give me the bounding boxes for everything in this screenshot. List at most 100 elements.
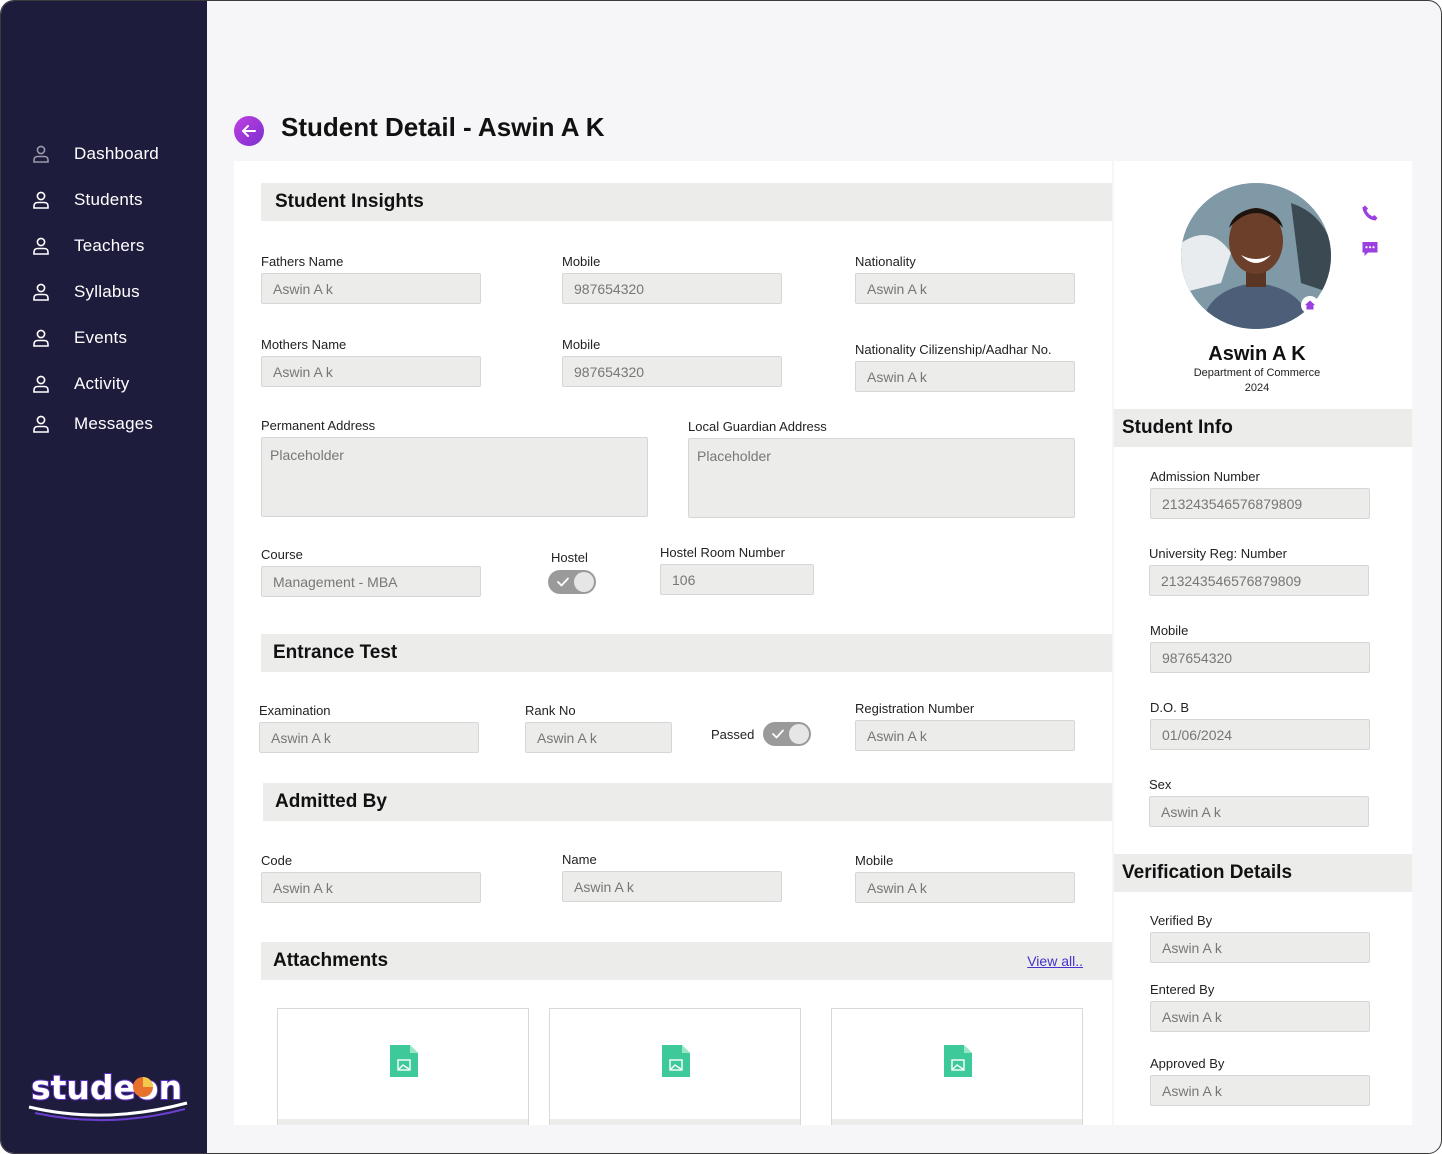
sidebar: Dashboard Students Teachers Syllabus Eve… bbox=[1, 1, 207, 1153]
student-year: 2024 bbox=[1244, 382, 1270, 394]
code-label: Code bbox=[261, 853, 293, 868]
home-badge bbox=[1301, 296, 1319, 314]
image-file-icon bbox=[662, 1045, 690, 1077]
registration-label: Registration Number bbox=[855, 701, 975, 716]
hostel-room-field[interactable]: 106 bbox=[660, 564, 814, 595]
mothers-mobile-field[interactable]: 987654320 bbox=[562, 356, 782, 387]
user-icon bbox=[33, 283, 49, 301]
mothers-mobile-label: Mobile bbox=[562, 337, 601, 352]
admitted-name-field[interactable]: Aswin A k bbox=[562, 871, 782, 902]
sidebar-item-dashboard[interactable]: Dashboard bbox=[31, 144, 159, 164]
section-entrance-test: Entrance Test bbox=[261, 634, 1112, 672]
admitted-name-label: Name bbox=[562, 852, 597, 867]
mobile-label: Mobile bbox=[1150, 623, 1189, 638]
student-name: Aswin A K bbox=[1208, 343, 1306, 365]
section-title: Student Info bbox=[1122, 417, 1233, 438]
student-detail-card: Student Insights Fathers Name Aswin A k … bbox=[234, 161, 1112, 1125]
guardian-address-textarea[interactable]: Placeholder bbox=[688, 438, 1075, 518]
sidebar-item-syllabus[interactable]: Syllabus bbox=[31, 282, 140, 302]
phone-icon[interactable] bbox=[1361, 204, 1379, 222]
studeon-logo: studeon bbox=[28, 1067, 188, 1122]
admitted-mobile-field[interactable]: Aswin A k bbox=[855, 872, 1075, 903]
nationality-label: Nationality bbox=[855, 254, 916, 269]
section-title: Entrance Test bbox=[273, 642, 398, 663]
rank-label: Rank No bbox=[525, 703, 576, 718]
profile-card: Aswin A K Department of Commerce 2024 St… bbox=[1114, 161, 1412, 1125]
page-title: Student Detail - Aswin A K bbox=[281, 112, 605, 142]
course-label: Course bbox=[261, 547, 303, 562]
svg-text:studeon: studeon bbox=[31, 1068, 182, 1107]
course-field[interactable]: Management - MBA bbox=[261, 566, 481, 597]
student-department: Department of Commerce bbox=[1193, 367, 1321, 379]
section-title: Student Insights bbox=[275, 191, 424, 212]
sidebar-item-label: Activity bbox=[74, 374, 130, 393]
section-student-insights: Student Insights bbox=[261, 183, 1112, 221]
sidebar-item-activity[interactable]: Activity bbox=[31, 374, 129, 394]
sidebar-item-label: Events bbox=[74, 328, 128, 347]
attachment-card[interactable] bbox=[831, 1008, 1083, 1125]
fathers-name-field[interactable]: Aswin A k bbox=[261, 273, 481, 304]
message-icon[interactable] bbox=[1361, 240, 1379, 258]
passed-toggle[interactable] bbox=[763, 722, 811, 746]
arrow-left-icon bbox=[242, 125, 256, 137]
user-icon bbox=[33, 145, 49, 163]
dob-field[interactable]: 01/06/2024 bbox=[1150, 719, 1370, 750]
fathers-mobile-field[interactable]: 987654320 bbox=[562, 273, 782, 304]
sidebar-item-label: Messages bbox=[74, 414, 154, 433]
hostel-toggle[interactable] bbox=[548, 570, 596, 594]
user-icon bbox=[33, 329, 49, 347]
verified-by-field[interactable]: Aswin A k bbox=[1150, 932, 1370, 963]
passed-label: Passed bbox=[711, 727, 755, 742]
code-field[interactable]: Aswin A k bbox=[261, 872, 481, 903]
user-icon bbox=[33, 191, 49, 209]
attachment-card[interactable] bbox=[549, 1008, 801, 1125]
sidebar-item-label: Syllabus bbox=[74, 282, 140, 301]
fathers-mobile-label: Mobile bbox=[562, 254, 601, 269]
university-reg-label: University Reg: Number bbox=[1149, 546, 1287, 561]
sidebar-item-students[interactable]: Students bbox=[31, 190, 143, 210]
toggle-knob bbox=[789, 724, 809, 744]
back-button[interactable] bbox=[234, 116, 264, 146]
university-reg-field[interactable]: 213243546576879809 bbox=[1149, 565, 1369, 596]
examination-field[interactable]: Aswin A k bbox=[259, 722, 479, 753]
section-title: Attachments bbox=[273, 950, 389, 971]
sex-field[interactable]: Aswin A k bbox=[1149, 796, 1369, 827]
attachment-card[interactable] bbox=[277, 1008, 529, 1125]
sidebar-item-label: Teachers bbox=[74, 236, 145, 255]
fathers-name-label: Fathers Name bbox=[261, 254, 344, 269]
hostel-room-label: Hostel Room Number bbox=[660, 545, 785, 560]
app-window: Dashboard Students Teachers Syllabus Eve… bbox=[0, 0, 1442, 1154]
admission-number-field[interactable]: 213243546576879809 bbox=[1150, 488, 1370, 519]
guardian-address-label: Local Guardian Address bbox=[688, 419, 827, 434]
section-attachments: Attachments View all.. bbox=[261, 942, 1112, 980]
sidebar-item-messages[interactable]: Messages bbox=[31, 414, 153, 434]
view-all-link[interactable]: View all.. bbox=[1027, 953, 1083, 969]
sidebar-item-label: Dashboard bbox=[74, 144, 159, 163]
section-title: Verification Details bbox=[1122, 862, 1293, 883]
hostel-label: Hostel bbox=[551, 550, 588, 565]
approved-by-label: Approved By bbox=[1150, 1056, 1225, 1071]
user-icon bbox=[33, 237, 49, 255]
entered-by-field[interactable]: Aswin A k bbox=[1150, 1001, 1370, 1032]
permanent-address-textarea[interactable]: Placeholder bbox=[261, 437, 648, 517]
registration-field[interactable]: Aswin A k bbox=[855, 720, 1075, 751]
rank-field[interactable]: Aswin A k bbox=[525, 722, 672, 753]
examination-label: Examination bbox=[259, 703, 331, 718]
approved-by-field[interactable]: Aswin A k bbox=[1150, 1075, 1370, 1106]
check-icon bbox=[557, 577, 569, 587]
user-icon bbox=[33, 415, 49, 433]
nationality-field[interactable]: Aswin A k bbox=[855, 273, 1075, 304]
section-verification-details: Verification Details bbox=[1114, 854, 1412, 892]
citizenship-field[interactable]: Aswin A k bbox=[855, 361, 1075, 392]
sidebar-item-events[interactable]: Events bbox=[31, 328, 127, 348]
attachment-footer bbox=[278, 1119, 528, 1125]
toggle-knob bbox=[574, 572, 594, 592]
attachment-footer bbox=[832, 1119, 1082, 1125]
image-file-icon bbox=[390, 1045, 418, 1077]
permanent-address-label: Permanent Address bbox=[261, 418, 376, 433]
user-icon bbox=[33, 375, 49, 393]
sidebar-item-teachers[interactable]: Teachers bbox=[31, 236, 145, 256]
check-icon bbox=[772, 729, 784, 739]
mobile-field[interactable]: 987654320 bbox=[1150, 642, 1370, 673]
mothers-name-field[interactable]: Aswin A k bbox=[261, 356, 481, 387]
